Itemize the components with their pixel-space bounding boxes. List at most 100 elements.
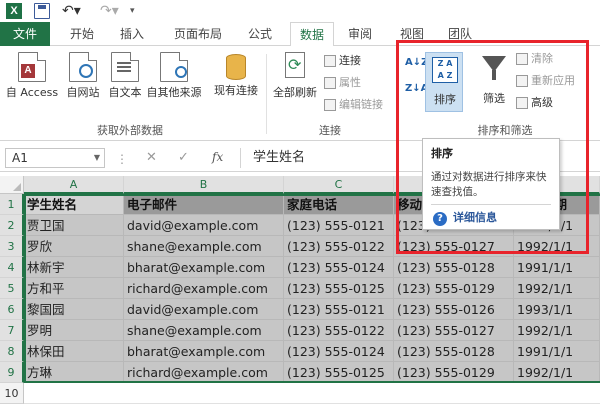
row-header-1[interactable]: 1 <box>0 194 24 215</box>
reapply-icon <box>516 75 528 87</box>
ribbon-data: A 自 Access 自网站 自文本 自其他来源 现有连接 获取外部数据 全部刷… <box>0 46 600 141</box>
table-cell[interactable]: (123) 555-0129 <box>394 278 514 299</box>
connections-button[interactable]: 连接 <box>324 52 361 70</box>
table-cell[interactable]: (123) 555-0128 <box>394 257 514 278</box>
table-cell[interactable]: 林保田 <box>24 341 124 362</box>
table-cell[interactable]: 1992/1/1 <box>514 362 600 383</box>
tab-file[interactable]: 文件 <box>0 22 50 46</box>
quick-access-toolbar: X ↶▾ ↷▾ ▾ <box>0 0 600 22</box>
table-cell[interactable]: (123) 555-0126 <box>394 299 514 320</box>
table-cell[interactable]: (123) 555-0121 <box>284 215 394 236</box>
table-cell[interactable]: richard@example.com <box>124 362 284 383</box>
table-cell[interactable]: bharat@example.com <box>124 341 284 362</box>
table-cell[interactable]: 罗明 <box>24 320 124 341</box>
table-cell[interactable]: (123) 555-0127 <box>394 236 514 257</box>
column-header-b[interactable]: B <box>124 176 284 194</box>
table-cell[interactable]: shane@example.com <box>124 320 284 341</box>
sort-button[interactable]: Z AA Z 排序 <box>425 52 463 112</box>
sort-ascending-icon[interactable]: A↓Z <box>405 58 428 68</box>
sort-label: 排序 <box>434 93 456 106</box>
row-header-3[interactable]: 3 <box>0 236 24 257</box>
table-cell[interactable]: bharat@example.com <box>124 257 284 278</box>
table-cell[interactable]: (123) 555-0125 <box>284 362 394 383</box>
table-cell[interactable]: (123) 555-0124 <box>284 341 394 362</box>
reapply-button[interactable]: 重新应用 <box>516 72 575 90</box>
tab-review[interactable]: 审阅 <box>340 22 380 46</box>
advanced-button[interactable]: 高级 <box>516 94 553 112</box>
tab-formulas[interactable]: 公式 <box>240 22 280 46</box>
tab-team[interactable]: 团队 <box>440 22 480 46</box>
table-cell[interactable]: 1991/1/1 <box>514 341 600 362</box>
formula-bar-grip-icon: ⋮ <box>116 152 128 166</box>
edit-links-button[interactable]: 编辑链接 <box>324 96 383 114</box>
undo-icon[interactable]: ↶▾ <box>62 3 81 19</box>
from-other-sources-button[interactable]: 自其他来源 <box>144 52 204 100</box>
refresh-all-button[interactable]: 全部刷新 <box>270 52 320 100</box>
from-text-button[interactable]: 自文本 <box>106 52 144 100</box>
tooltip-more-info-link[interactable]: ? 详细信息 <box>433 209 497 226</box>
header-cell[interactable]: 家庭电话 <box>284 194 394 215</box>
tab-data[interactable]: 数据 <box>290 22 334 47</box>
table-cell[interactable]: 方和平 <box>24 278 124 299</box>
save-icon[interactable] <box>34 3 50 19</box>
row-header-7[interactable]: 7 <box>0 320 24 341</box>
table-cell[interactable]: shane@example.com <box>124 236 284 257</box>
row-header-5[interactable]: 5 <box>0 278 24 299</box>
table-cell[interactable]: (123) 555-0122 <box>284 320 394 341</box>
row-header-2[interactable]: 2 <box>0 215 24 236</box>
other-sources-icon <box>160 52 188 82</box>
existing-connections-button[interactable]: 现有连接 <box>210 52 262 98</box>
sort-descending-icon[interactable]: Z↓A <box>405 84 428 94</box>
from-access-button[interactable]: A 自 Access <box>4 52 60 100</box>
header-cell[interactable]: 电子邮件 <box>124 194 284 215</box>
table-cell[interactable]: (123) 555-0121 <box>284 299 394 320</box>
sort-tooltip: 排序 通过对数据进行排序来快速查找值。 ? 详细信息 <box>422 138 560 230</box>
excel-logo-icon: X <box>6 3 22 19</box>
table-cell[interactable]: 1993/1/1 <box>514 299 600 320</box>
clear-button[interactable]: 清除 <box>516 50 553 68</box>
row-header-8[interactable]: 8 <box>0 341 24 362</box>
table-cell[interactable]: (123) 555-0125 <box>284 278 394 299</box>
access-icon: A <box>18 52 46 82</box>
table-cell[interactable]: 1992/1/1 <box>514 236 600 257</box>
table-cell[interactable]: (123) 555-0128 <box>394 341 514 362</box>
table-cell[interactable]: 1991/1/1 <box>514 257 600 278</box>
redo-icon[interactable]: ↷▾ <box>100 3 119 19</box>
group-separator <box>266 54 267 134</box>
table-cell[interactable]: 1992/1/1 <box>514 278 600 299</box>
properties-button[interactable]: 属性 <box>324 74 361 92</box>
tab-home[interactable]: 开始 <box>62 22 102 46</box>
table-cell[interactable]: 方琳 <box>24 362 124 383</box>
tab-insert[interactable]: 插入 <box>112 22 152 46</box>
row-header-6[interactable]: 6 <box>0 299 24 320</box>
table-cell[interactable]: 罗欣 <box>24 236 124 257</box>
table-cell[interactable]: 林新宇 <box>24 257 124 278</box>
from-web-button[interactable]: 自网站 <box>60 52 106 100</box>
name-box[interactable]: A1 ▼ <box>5 148 105 168</box>
cancel-icon[interactable]: ✕ <box>146 150 157 165</box>
customize-qat-icon[interactable]: ▾ <box>130 3 146 19</box>
column-header-c[interactable]: C <box>284 176 394 194</box>
table-cell[interactable]: 贾卫国 <box>24 215 124 236</box>
tab-page-layout[interactable]: 页面布局 <box>166 22 230 46</box>
row-header-9[interactable]: 9 <box>0 362 24 383</box>
table-cell[interactable]: (123) 555-0122 <box>284 236 394 257</box>
table-cell[interactable]: richard@example.com <box>124 278 284 299</box>
row-header-4[interactable]: 4 <box>0 257 24 278</box>
enter-icon[interactable]: ✓ <box>178 150 189 165</box>
filter-button[interactable]: 筛选 <box>472 90 516 106</box>
table-cell[interactable]: 黎国园 <box>24 299 124 320</box>
edit-links-icon <box>324 99 336 111</box>
table-cell[interactable]: david@example.com <box>124 299 284 320</box>
column-header-a[interactable]: A <box>24 176 124 194</box>
table-cell[interactable]: david@example.com <box>124 215 284 236</box>
header-cell[interactable]: 学生姓名 <box>24 194 124 215</box>
table-cell[interactable]: 1992/1/1 <box>514 320 600 341</box>
table-cell[interactable]: (123) 555-0129 <box>394 362 514 383</box>
tab-view[interactable]: 视图 <box>392 22 432 46</box>
select-all-button[interactable] <box>0 176 24 194</box>
web-icon <box>69 52 97 82</box>
insert-function-icon[interactable]: fx <box>212 150 223 164</box>
table-cell[interactable]: (123) 555-0127 <box>394 320 514 341</box>
table-cell[interactable]: (123) 555-0124 <box>284 257 394 278</box>
